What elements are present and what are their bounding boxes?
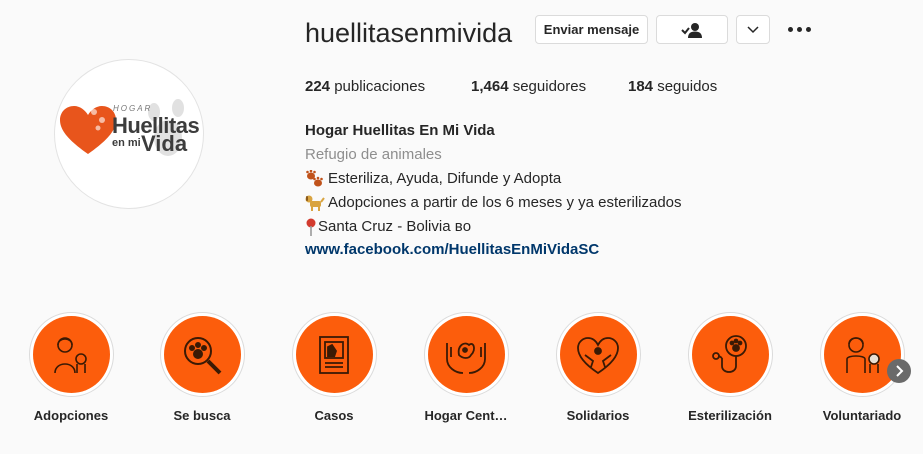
stat-followers-value: 1,464 [471,78,509,95]
highlight-cover [295,316,373,393]
logo-en-mi: en mi [112,137,141,149]
stat-posts: 224 publicaciones [305,77,425,97]
highlight-label: Voluntariado [822,408,902,423]
following-button[interactable] [656,15,728,44]
more-dot [787,26,793,32]
highlight-ring [423,312,509,397]
highlight-label: Se busca [173,408,231,423]
stat-following[interactable]: 184 seguidos [628,77,717,97]
bio-line-text: Santa Cruz - Bolivia ʙᴏ [318,218,472,235]
highlight-label: Solidarios [566,408,630,423]
magnifier-paw-icon [184,336,222,374]
highlight-ring [28,312,114,397]
stat-following-label: seguidos [657,78,718,95]
highlight-ring [555,312,641,397]
person-check-icon [681,22,702,38]
stat-posts-label: publicaciones [334,78,426,95]
highlights-next-button[interactable] [887,359,911,383]
highlight-cover [32,316,110,393]
more-dot [805,26,811,32]
bio-line-text: Adopciones a partir de los 6 meses y ya … [328,194,682,211]
highlight-cover [559,316,637,393]
highlight-hogar-cent[interactable]: Hogar Cent… [421,312,511,423]
heart-hands-icon [577,336,619,374]
highlight-solidarios[interactable]: Solidarios [553,312,643,423]
girl-with-dog-icon [54,336,87,373]
send-message-button[interactable]: Enviar mensaje [535,15,648,44]
highlight-adopciones[interactable]: Adopciones [26,312,116,423]
suggestions-dropdown-button[interactable] [736,15,770,44]
chevron-right-icon [896,365,904,377]
highlight-ring [159,312,245,397]
more-dot [796,26,802,32]
stat-following-value: 184 [628,78,654,95]
highlight-casos[interactable]: Casos [289,312,379,423]
logo-vida: Vida [141,131,188,156]
hands-pet-icon [446,342,486,374]
highlight-cover [427,316,505,393]
highlight-ring [687,312,773,397]
bio-line: Esteriliza, Ayuda, Difunde y Adopta [305,169,561,189]
highlight-label: Hogar Cent… [424,408,508,423]
logo-hogar: HOGAR [113,104,153,113]
highlight-esterilizacion[interactable]: Esterilización [685,312,775,423]
highlight-label: Adopciones [33,408,109,423]
highlight-label: Casos [314,408,354,423]
bio-category: Refugio de animales [305,146,442,163]
highlight-ring [291,312,377,397]
stat-followers-label: seguidores [512,78,587,95]
more-options-button[interactable] [786,18,812,40]
highlight-label: Esterilización [688,408,772,423]
stethoscope-paw-icon [712,334,747,373]
highlight-se-busca[interactable]: Se busca [157,312,247,423]
highlight-cover [691,316,769,393]
chevron-down-icon [747,25,759,33]
volunteer-with-dog-icon [846,336,880,373]
map-pin-icon [306,218,316,236]
dog-icon [305,195,325,211]
stat-posts-value: 224 [305,78,331,95]
highlight-ring [819,312,905,397]
stat-followers[interactable]: 1,464 seguidores [471,77,586,97]
bio-name: Hogar Huellitas En Mi Vida [305,122,495,139]
bio-line: Adopciones a partir de los 6 meses y ya … [305,193,682,213]
bio-website-link[interactable]: www.facebook.com/HuellitasEnMiVidaSC [305,240,599,260]
paw-prints-icon [306,170,323,187]
bio-line-text: Esteriliza, Ayuda, Difunde y Adopta [328,170,562,187]
highlight-cover [823,316,901,393]
username: huellitasenmivida [305,18,513,48]
bio-line: Santa Cruz - Bolivia ʙᴏ [305,217,471,237]
document-icon [319,335,349,374]
highlight-cover [163,316,241,393]
logo-heart-icon [60,106,116,154]
